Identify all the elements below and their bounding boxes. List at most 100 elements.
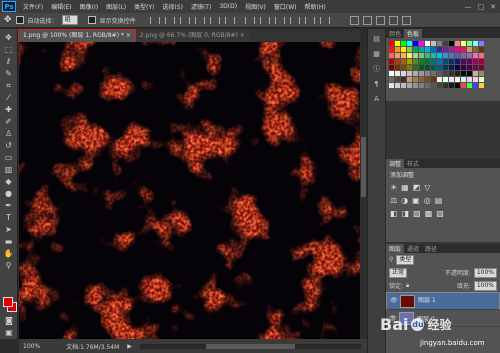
menu-type[interactable]: 类型(Y) (130, 2, 158, 11)
menu-image[interactable]: 图像(I) (76, 2, 102, 11)
swatch-cell[interactable] (443, 59, 448, 64)
curves-icon[interactable]: ◩ (413, 183, 421, 192)
fill-field[interactable]: 100% (473, 280, 497, 291)
close-button[interactable]: ✕ (490, 3, 496, 11)
swatch-cell[interactable] (419, 59, 424, 64)
tab-styles[interactable]: 样式 (404, 159, 422, 168)
swatch-cell[interactable] (395, 47, 400, 52)
swatch-cell[interactable] (413, 53, 418, 58)
swatch-cell[interactable] (389, 59, 394, 64)
swatch-cell[interactable] (479, 71, 484, 76)
swatch-cell[interactable] (425, 41, 430, 46)
swatch-cell[interactable] (479, 59, 484, 64)
swatch-cell[interactable] (419, 71, 424, 76)
exposure-icon[interactable]: ▽ (424, 183, 430, 192)
distribute-left-icon[interactable] (289, 16, 300, 24)
swatch-cell[interactable] (425, 71, 430, 76)
swatch-cell[interactable] (479, 65, 484, 70)
distribute-right-icon[interactable] (319, 16, 330, 24)
align-hcenter-icon[interactable] (209, 16, 220, 24)
swatch-cell[interactable] (449, 53, 454, 58)
swatch-cell[interactable] (419, 53, 424, 58)
blend-mode-dropdown[interactable]: 正常 (389, 267, 408, 278)
kind-filter-dropdown[interactable]: 类型 (396, 254, 415, 265)
swatch-cell[interactable] (401, 83, 406, 88)
swatch-cell[interactable] (389, 77, 394, 82)
minimize-button[interactable]: — (465, 3, 472, 11)
swatch-cell[interactable] (401, 59, 406, 64)
swatch-cell[interactable] (431, 71, 436, 76)
swatch-cell[interactable] (413, 65, 418, 70)
posterize-icon[interactable]: ◨ (402, 209, 410, 218)
swatch-cell[interactable] (413, 83, 418, 88)
swatch-cell[interactable] (425, 65, 430, 70)
swatch-cell[interactable] (473, 71, 478, 76)
move-tool-preset-icon[interactable]: ✥ (4, 15, 12, 25)
swatch-cell[interactable] (437, 77, 442, 82)
crop-tool-icon[interactable]: ⌗ (3, 80, 15, 91)
photo-filter-icon[interactable]: ▤ (435, 196, 443, 205)
swatch-cell[interactable] (455, 65, 460, 70)
selective-color-icon[interactable]: ▧ (436, 209, 444, 218)
swatch-cell[interactable] (467, 53, 472, 58)
3d-roll-icon[interactable] (375, 15, 385, 25)
swatch-cell[interactable] (473, 47, 478, 52)
tab-channels[interactable]: 通道 (404, 244, 422, 253)
swatch-cell[interactable] (437, 53, 442, 58)
swatch-cell[interactable] (413, 41, 418, 46)
align-right-icon[interactable] (224, 16, 235, 24)
swatch-cell[interactable] (455, 59, 460, 64)
swatch-cell[interactable] (443, 47, 448, 52)
scroll-thumb[interactable] (206, 343, 295, 349)
brush-tool-icon[interactable]: ✐ (3, 116, 15, 127)
tab-layers[interactable]: 图层 (386, 244, 405, 253)
zoom-tool-icon[interactable]: ⚲ (3, 260, 15, 271)
document-canvas[interactable] (19, 42, 360, 339)
swatch-cell[interactable] (395, 59, 400, 64)
swatch-cell[interactable] (389, 83, 394, 88)
vibrance-icon[interactable]: ⚖ (390, 196, 397, 205)
swatch-cell[interactable] (413, 71, 418, 76)
swatch-cell[interactable] (431, 53, 436, 58)
align-bottom-icon[interactable] (179, 16, 190, 24)
color-balance-icon[interactable]: ▣ (412, 196, 420, 205)
quick-select-tool-icon[interactable]: ✎ (3, 68, 15, 79)
swatch-cell[interactable] (437, 83, 442, 88)
spot-heal-tool-icon[interactable]: ✚ (3, 104, 15, 115)
swatch-cell[interactable] (431, 77, 436, 82)
move-tool-icon[interactable]: ✥ (3, 32, 15, 43)
3d-mode-icon[interactable] (349, 15, 359, 25)
swatch-cell[interactable] (419, 77, 424, 82)
swatch-cell[interactable] (437, 41, 442, 46)
swatch-cell[interactable] (473, 77, 478, 82)
swatch-cell[interactable] (443, 65, 448, 70)
3d-rotate-icon[interactable] (362, 15, 372, 25)
swatch-cell[interactable] (455, 77, 460, 82)
hue-saturation-icon[interactable]: ◑ (401, 196, 408, 205)
distribute-hcenter-icon[interactable] (304, 16, 315, 24)
swatch-cell[interactable] (467, 65, 472, 70)
menu-window[interactable]: 窗口(W) (270, 2, 301, 11)
paragraph-icon[interactable]: ¶ (372, 80, 382, 89)
swatch-cell[interactable] (395, 83, 400, 88)
character-icon[interactable]: A (372, 95, 382, 104)
dodge-tool-icon[interactable]: ● (3, 188, 15, 199)
swatch-cell[interactable] (395, 65, 400, 70)
blur-tool-icon[interactable]: ◆ (3, 176, 15, 187)
horizontal-scrollbar[interactable] (139, 343, 361, 349)
swatch-cell[interactable] (449, 83, 454, 88)
swatch-cell[interactable] (473, 53, 478, 58)
swatch-cell[interactable] (395, 71, 400, 76)
shape-tool-icon[interactable]: ▬ (3, 236, 15, 247)
distribute-top-icon[interactable] (244, 16, 255, 24)
swatch-cell[interactable] (473, 65, 478, 70)
3d-pan-icon[interactable] (388, 15, 398, 25)
swatch-cell[interactable] (401, 41, 406, 46)
menu-view[interactable]: 视图(V) (241, 2, 270, 11)
swatch-cell[interactable] (407, 77, 412, 82)
swatch-cell[interactable] (455, 53, 460, 58)
swatch-cell[interactable] (419, 83, 424, 88)
swatch-cell[interactable] (479, 77, 484, 82)
lasso-tool-icon[interactable]: ℓ (3, 56, 15, 67)
close-tab-icon[interactable]: × (126, 32, 131, 39)
